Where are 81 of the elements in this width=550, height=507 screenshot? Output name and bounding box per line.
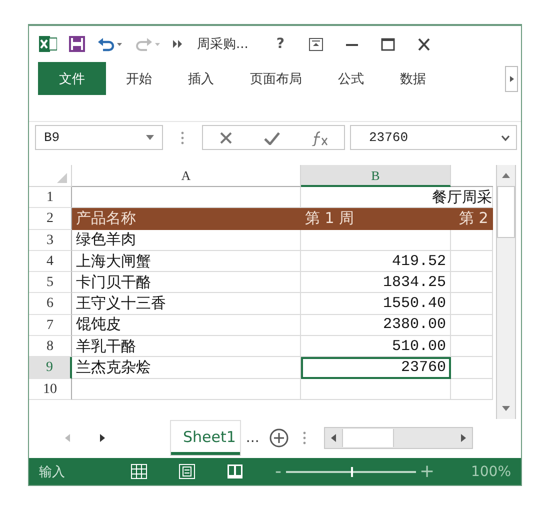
table-cell[interactable] bbox=[451, 293, 493, 315]
ribbon-tab[interactable]: 页面布局 bbox=[236, 62, 316, 95]
ribbon-tab[interactable]: 插入 bbox=[174, 62, 228, 95]
row-header[interactable]: 4 bbox=[29, 250, 72, 272]
ribbon-tab[interactable]: 公式 bbox=[324, 62, 378, 95]
name-box[interactable]: B9 bbox=[35, 125, 163, 150]
undo-icon[interactable] bbox=[97, 36, 123, 52]
excel-logo-icon[interactable] bbox=[39, 36, 57, 52]
scroll-down-icon[interactable] bbox=[502, 406, 510, 411]
table-cell[interactable]: 1550.40 bbox=[301, 293, 451, 315]
scroll-left-icon[interactable] bbox=[331, 434, 336, 442]
table-cell[interactable] bbox=[301, 378, 451, 400]
table-cell[interactable] bbox=[451, 250, 493, 272]
scroll-up-icon[interactable] bbox=[502, 173, 510, 178]
row-header[interactable]: 1 bbox=[29, 187, 72, 208]
table-cell[interactable] bbox=[451, 357, 493, 379]
page-break-icon[interactable] bbox=[227, 464, 243, 479]
table-cell[interactable] bbox=[72, 378, 301, 400]
table-cell[interactable]: 羊乳干酪 bbox=[72, 336, 301, 358]
next-sheet-icon[interactable] bbox=[100, 434, 105, 442]
header-cell[interactable]: 产品名称 bbox=[72, 208, 301, 230]
ribbon-tab[interactable]: 开始 bbox=[112, 62, 166, 95]
column-header[interactable]: A bbox=[72, 165, 301, 187]
row-header[interactable]: 6 bbox=[29, 293, 72, 315]
table-cell[interactable]: 510.00 bbox=[301, 336, 451, 358]
more-commands-icon[interactable] bbox=[173, 40, 183, 48]
column-header[interactable]: B bbox=[301, 165, 451, 187]
table-cell[interactable] bbox=[451, 378, 493, 400]
table-cell[interactable]: 兰杰克杂烩 bbox=[72, 357, 301, 379]
drag-handle-icon[interactable] bbox=[181, 130, 184, 144]
save-icon[interactable] bbox=[69, 36, 85, 52]
table-cell[interactable]: 419.52 bbox=[301, 250, 451, 272]
formula-field[interactable]: 23760 bbox=[350, 125, 517, 150]
window-title: 周采购... bbox=[197, 36, 248, 53]
status-mode: 输入 bbox=[39, 464, 65, 480]
table-cell[interactable] bbox=[451, 272, 493, 294]
table-cell[interactable] bbox=[451, 336, 493, 358]
expand-icon[interactable] bbox=[501, 134, 510, 140]
table-cell[interactable]: 馄饨皮 bbox=[72, 314, 301, 336]
ribbon-display-icon[interactable] bbox=[308, 38, 323, 50]
page-layout-icon[interactable] bbox=[179, 464, 195, 479]
add-sheet-icon[interactable] bbox=[269, 428, 290, 448]
scrollbar-thumb[interactable] bbox=[342, 429, 394, 447]
table-cell[interactable]: 2380.00 bbox=[301, 314, 451, 336]
maximize-icon[interactable] bbox=[380, 38, 395, 50]
row-header[interactable]: 7 bbox=[29, 314, 72, 336]
dropdown-icon[interactable] bbox=[146, 135, 154, 140]
row-header[interactable]: 3 bbox=[29, 230, 72, 251]
table-cell[interactable] bbox=[451, 314, 493, 336]
more-sheets-button[interactable]: ... bbox=[246, 430, 260, 446]
scrollbar-thumb[interactable] bbox=[497, 186, 515, 238]
table-cell[interactable]: 1834.25 bbox=[301, 272, 451, 294]
table-cell[interactable]: 上海大闸蟹 bbox=[72, 250, 301, 272]
vertical-scrollbar[interactable] bbox=[496, 165, 516, 419]
normal-view-icon[interactable] bbox=[131, 464, 147, 479]
close-icon[interactable] bbox=[416, 38, 431, 50]
caret-icon bbox=[510, 76, 514, 82]
help-button[interactable]: ? bbox=[274, 36, 287, 52]
horizontal-scrollbar[interactable] bbox=[324, 427, 474, 449]
table-cell[interactable]: 王守义十三香 bbox=[72, 293, 301, 315]
ribbon-tab[interactable]: 数据 bbox=[386, 62, 440, 95]
sheet-tab[interactable]: Sheet1 bbox=[171, 421, 240, 455]
row-header[interactable]: 9 bbox=[29, 357, 72, 379]
formula-text: 23760 bbox=[369, 130, 408, 145]
row-header[interactable]: 5 bbox=[29, 272, 72, 294]
scroll-right-button[interactable] bbox=[505, 66, 518, 92]
row-header[interactable]: 10 bbox=[29, 378, 72, 400]
header-cell[interactable]: 第 1 周 bbox=[301, 208, 451, 230]
table-cell[interactable] bbox=[451, 230, 493, 251]
header-cell[interactable]: 第 2 bbox=[451, 208, 493, 230]
scroll-right-icon[interactable] bbox=[461, 434, 466, 442]
table-cell[interactable] bbox=[301, 230, 451, 251]
insert-function-icon[interactable] bbox=[310, 130, 328, 146]
file-tab[interactable]: 文件 bbox=[38, 62, 106, 95]
checkmark-icon[interactable] bbox=[264, 130, 280, 144]
drag-handle-icon[interactable] bbox=[303, 431, 306, 445]
table-cell[interactable]: 卡门贝干酪 bbox=[72, 272, 301, 294]
cell-reference: B9 bbox=[44, 130, 60, 145]
table-cell[interactable]: 绿色羊肉 bbox=[72, 230, 301, 251]
active-cell[interactable]: 23760 bbox=[301, 357, 451, 379]
cancel-icon[interactable] bbox=[218, 130, 232, 144]
